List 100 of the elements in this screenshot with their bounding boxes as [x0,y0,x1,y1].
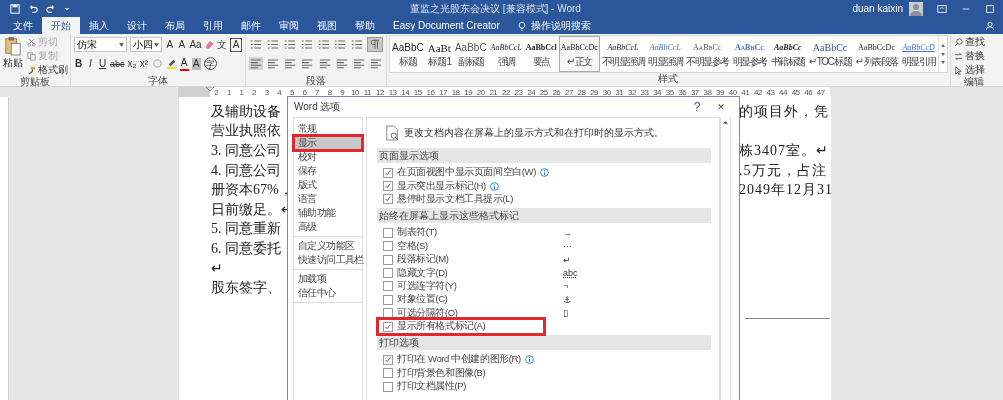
ribbon-tab[interactable]: Easy Document Creator [384,17,509,34]
tell-me-search[interactable]: 操作说明搜索 [530,18,591,33]
font-name-dropdown[interactable]: 仿宋 [74,37,128,52]
ruler-number: 17 [438,87,448,97]
find-button[interactable]: 查找 [953,36,994,48]
style-item[interactable]: AaBbCcL 强调 [488,36,524,72]
replace-button[interactable]: 替换 [953,50,994,62]
nav-item[interactable]: 自定义功能区 [294,239,362,253]
style-item[interactable]: AaBbCcL 明显强调 [646,36,685,72]
ruler-number: 14 [400,87,411,97]
font-button[interactable]: abc [110,57,125,70]
font-button[interactable]: x² [139,57,149,70]
font-size-dropdown[interactable]: 小四 [130,37,163,52]
style-item[interactable]: AaBbCcDc ↵ 列表段落 [853,36,900,72]
select-button[interactable]: 选择 [953,64,994,76]
style-item[interactable]: AaBbC 副标题 [452,36,489,72]
help-button[interactable]: ? [685,100,709,114]
option-label[interactable]: 可选连字符(Y) [397,279,457,293]
paste-button[interactable]: 粘贴 [3,36,23,70]
font-color-button[interactable]: A [179,56,189,71]
font-button[interactable]: I [86,57,95,70]
option-label[interactable]: 在页面视图中显示页面间空白(W) [397,166,536,180]
ruler-number: 12 [375,87,385,97]
style-item[interactable]: AaBbCcl 要点 [523,36,559,72]
user-name[interactable]: duan kaixin [852,3,903,14]
nav-item[interactable]: 辅助功能 [294,206,362,220]
nav-item[interactable]: 保存 [294,164,362,178]
style-item[interactable]: AaBt 标题 1 [425,36,453,72]
ruler-number: 46 [803,87,814,97]
font-button[interactable]: A [177,38,187,51]
style-label: 书籍标题 [770,56,805,68]
font-button[interactable]: Aa [189,38,201,51]
format-painter-button[interactable]: 格式刷 [27,64,68,76]
option-label[interactable]: 制表符(T) [397,226,437,240]
ribbon-tab[interactable]: 审阅 [270,17,308,34]
ribbon-tab[interactable]: 布局 [156,17,194,34]
style-item[interactable]: AaBbCcL 不明显强调 [599,36,647,72]
nav-item[interactable]: 显示 [294,136,362,150]
option-label[interactable]: 对象位置(C) [397,293,448,307]
option-label[interactable]: 显示所有格式标记(A) [397,320,486,334]
style-item[interactable]: AaBbCcDc ↵ 正文 [558,36,600,72]
character-shading-button[interactable]: A [191,57,201,70]
font-button[interactable]: U [98,57,107,70]
document-text: .5万元，占注 [739,161,827,180]
ruler-number: 44 [778,87,788,97]
option-label[interactable]: 悬停时显示文档工具提示(L) [397,192,513,206]
style-item[interactable]: AaBbCc 明显参考 [730,36,769,72]
style-item[interactable]: AaBbCc 书籍标题 [768,36,807,72]
style-item[interactable]: AaBbCcD 明显引用 [899,36,938,72]
style-preview: AaBbCc [812,41,848,55]
format-mark-symbol: ⚓ [563,294,572,305]
ruler-number: 1 [225,87,232,97]
option-label[interactable]: 隐藏文字(D) [397,266,448,280]
ribbon-tab[interactable]: 视图 [308,17,346,34]
ruler-number: 16 [425,87,436,97]
ribbon-tab[interactable]: 设计 [118,17,156,34]
ruler-number: 31 [614,87,625,97]
option-label[interactable]: 段落标记(M) [397,253,449,267]
nav-item[interactable]: 快速访问工具栏 [294,253,362,267]
option-label[interactable]: 空格(S) [397,239,428,253]
style-preview: AaBbC [454,41,487,55]
ruler-number: 30 [601,87,612,97]
ruler-number: 23 [513,87,524,97]
intro-text: 更改文档内容在屏幕上的显示方式和在打印时的显示方式。 [404,126,664,140]
close-button[interactable]: × [709,100,733,114]
nav-item[interactable]: 常规 [294,122,362,136]
character-border-button[interactable]: A [229,37,242,52]
ribbon-tab[interactable]: 引用 [194,17,232,34]
phonetic-guide-button[interactable]: 文 [217,38,227,51]
section-header: 始终在屏幕上显示这些格式标记 [377,208,711,224]
style-preview: AaBbC [392,41,424,55]
font-button[interactable]: B [74,57,83,70]
style-label: ↵ TOC 标题 [808,56,852,68]
nav-item[interactable]: 校对 [294,150,362,164]
nav-item[interactable]: 语言 [294,192,362,206]
style-preview: AaBbCcD [902,42,935,54]
style-item[interactable]: AaBbC 标题 [390,36,426,72]
option-label[interactable]: 打印背景色和图像(B) [397,366,486,380]
ruler-number: 3 [263,87,270,97]
option-label[interactable]: 打印在 Word 中创建的图形(R) [397,353,521,367]
style-item[interactable]: AaBbCc 不明显参考 [684,36,731,72]
ruler-number: 20 [475,87,486,97]
ribbon-tab[interactable]: 邮件 [232,17,270,34]
ribbon-tab[interactable]: 插入 [80,17,118,34]
nav-item[interactable]: 加载项 [294,272,362,286]
option-label[interactable]: 打印文档属性(P) [397,380,467,394]
style-item[interactable]: AaBbCc ↵ TOC 标题 [806,36,854,72]
nav-item[interactable]: 版式 [294,178,362,192]
ruler-number: 36 [677,87,688,97]
style-label: 副标题 [458,56,484,68]
font-button[interactable]: x₂ [127,57,137,70]
ribbon-tab[interactable]: 文件 [4,17,42,34]
font-button[interactable]: A [165,38,175,51]
ribbon-tab[interactable]: 帮助 [346,17,384,34]
ribbon-tab[interactable]: 开始 [42,17,80,34]
style-label: 明显强调 [648,56,683,68]
nav-item[interactable]: 高级 [294,220,362,234]
nav-item[interactable]: 信任中心 [294,286,362,300]
option-label[interactable]: 显示突出显示标记(H) [397,179,486,193]
style-preview: AaBbCcDc [858,42,895,54]
